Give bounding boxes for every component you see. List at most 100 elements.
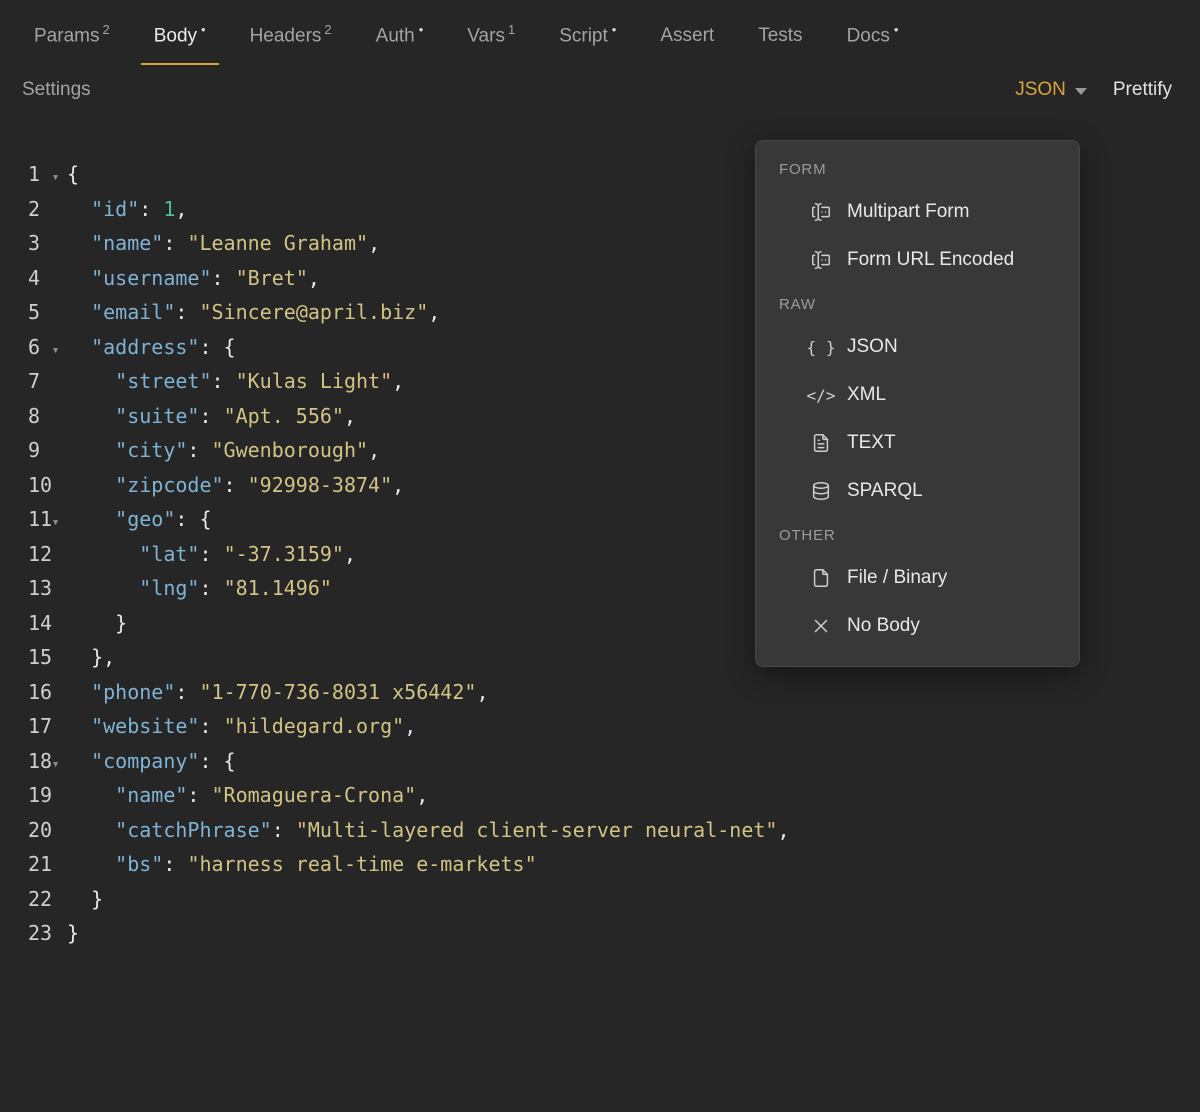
code-text: "city": "Gwenborough", <box>115 438 381 463</box>
line-number: 15 <box>28 645 53 670</box>
code-text: "bs": "harness real-time e-markets" <box>115 852 537 877</box>
tab-label: Params <box>34 25 100 47</box>
text-file-icon <box>809 431 833 455</box>
line-number: 3 <box>28 231 41 256</box>
menu-item-label: Form URL Encoded <box>847 249 1015 270</box>
tab-label: Script <box>559 25 608 47</box>
code-text: "catchPhrase": "Multi-layered client-ser… <box>115 817 790 842</box>
line-number: 18 <box>28 748 53 773</box>
code-text: "zipcode": "92998-3874", <box>115 472 405 497</box>
line-number: 22 <box>28 886 53 911</box>
tab-modified-dot-icon: • <box>611 22 617 37</box>
tab-assert[interactable]: Assert <box>647 19 727 65</box>
fold-arrow-icon[interactable]: ▾ <box>44 161 67 196</box>
code-text: "lng": "81.1496" <box>139 576 332 601</box>
menu-item-label: Multipart Form <box>847 201 970 222</box>
menu-item-xml[interactable]: </> XML <box>756 371 1079 419</box>
code-line[interactable]: 17 "website": "hildegard.org", <box>0 709 1200 744</box>
line-number: 13 <box>28 576 53 601</box>
code-text: { <box>67 162 80 187</box>
code-text: }, <box>67 645 116 670</box>
line-number: 11 <box>28 507 53 532</box>
body-mode-tools: JSON Prettify <box>1015 79 1172 101</box>
code-text: "name": "Romaguera-Crona", <box>115 783 429 808</box>
prettify-button[interactable]: Prettify <box>1113 79 1172 101</box>
code-text: "address": { <box>91 334 236 359</box>
menu-item-text[interactable]: TEXT <box>756 419 1079 467</box>
code-text: "lat": "-37.3159", <box>139 541 357 566</box>
tab-params[interactable]: Params 2 <box>21 16 123 65</box>
tab-modified-dot-icon: • <box>418 22 424 37</box>
line-number: 17 <box>28 714 53 739</box>
menu-item-multipart-form[interactable]: Multipart Form <box>756 188 1079 236</box>
code-line[interactable]: 19 "name": "Romaguera-Crona", <box>0 778 1200 813</box>
tab-label: Auth <box>375 25 415 47</box>
code-line[interactable]: 23} <box>0 916 1200 951</box>
line-number: 7 <box>28 369 41 394</box>
tab-docs[interactable]: Docs • <box>834 16 912 65</box>
code-text: "street": "Kulas Light", <box>115 369 405 394</box>
fold-arrow-icon[interactable]: ▾ <box>44 506 67 541</box>
code-text: "username": "Bret", <box>91 265 320 290</box>
line-number: 2 <box>28 196 41 221</box>
line-number: 20 <box>28 817 53 842</box>
menu-item-form-url-encoded[interactable]: Form URL Encoded <box>756 236 1079 284</box>
code-text: "company": { <box>91 748 236 773</box>
menu-item-label: TEXT <box>847 432 896 453</box>
x-icon <box>809 614 833 638</box>
tab-modified-dot-icon: • <box>893 22 899 37</box>
tab-auth[interactable]: Auth • <box>363 16 437 65</box>
code-line[interactable]: 21 "bs": "harness real-time e-markets" <box>0 847 1200 882</box>
code-text: "suite": "Apt. 556", <box>115 403 357 428</box>
tab-modified-dot-icon: • <box>201 22 206 37</box>
tab-label: Tests <box>758 25 803 47</box>
menu-item-no-body[interactable]: No Body <box>756 602 1079 650</box>
line-number: 8 <box>28 403 41 428</box>
xml-tags-icon: </> <box>806 385 836 405</box>
menu-item-label: No Body <box>847 615 920 636</box>
line-number: 16 <box>28 679 53 704</box>
code-line[interactable]: 18 ▾ "company": { <box>0 744 1200 779</box>
line-number: 4 <box>28 265 41 290</box>
code-text: "id": 1, <box>91 196 188 221</box>
code-line[interactable]: 20 "catchPhrase": "Multi-layered client-… <box>0 813 1200 848</box>
fold-arrow-icon[interactable]: ▾ <box>44 334 67 369</box>
chevron-down-icon <box>1074 88 1087 96</box>
line-number: 5 <box>28 300 41 325</box>
line-number: 19 <box>28 783 53 808</box>
line-number: 12 <box>28 541 53 566</box>
tab-tests[interactable]: Tests <box>745 19 815 65</box>
tab-script[interactable]: Script • <box>546 16 629 65</box>
menu-item-label: SPARQL <box>847 480 923 501</box>
body-type-menu: FORM Multipart Form Form URL Encoded RAW { }… <box>755 140 1080 667</box>
menu-item-label: XML <box>847 384 887 405</box>
tab-label: Assert <box>660 25 715 47</box>
body-mode-label: JSON <box>1015 79 1066 101</box>
tab-vars[interactable]: Vars 1 <box>454 16 528 65</box>
code-text: } <box>67 921 80 946</box>
menu-item-label: JSON <box>847 336 898 357</box>
menu-item-file-binary[interactable]: File / Binary <box>756 554 1079 602</box>
code-line[interactable]: 16 "phone": "1-770-736-8031 x56442", <box>0 675 1200 710</box>
code-text: "geo": { <box>115 507 212 532</box>
menu-item-json[interactable]: { } JSON <box>756 323 1079 371</box>
body-mode-select[interactable]: JSON <box>1015 79 1087 101</box>
tab-label: Body <box>153 25 198 47</box>
code-text: "name": "Leanne Graham", <box>91 231 381 256</box>
file-icon <box>809 566 833 590</box>
tab-settings[interactable]: Settings <box>22 79 91 101</box>
menu-section-header: RAW <box>779 296 816 313</box>
request-tab-bar: Params 2 Body • Headers 2 Auth • Vars 1 Script • Ass… <box>0 0 1200 66</box>
tab-body[interactable]: Body • <box>140 16 219 66</box>
menu-item-sparql[interactable]: SPARQL <box>756 467 1079 515</box>
tab-count-badge: 1 <box>507 22 516 37</box>
tab-headers[interactable]: Headers 2 <box>237 16 345 65</box>
tab-count-badge: 2 <box>324 22 332 37</box>
line-number: 10 <box>28 472 53 497</box>
tab-label: Headers <box>249 25 322 47</box>
multipart-form-icon <box>809 200 833 224</box>
code-line[interactable]: 22 } <box>0 882 1200 917</box>
body-toolbar: Settings JSON Prettify <box>0 65 1200 101</box>
line-number: 23 <box>28 921 53 946</box>
fold-arrow-icon[interactable]: ▾ <box>44 748 67 783</box>
